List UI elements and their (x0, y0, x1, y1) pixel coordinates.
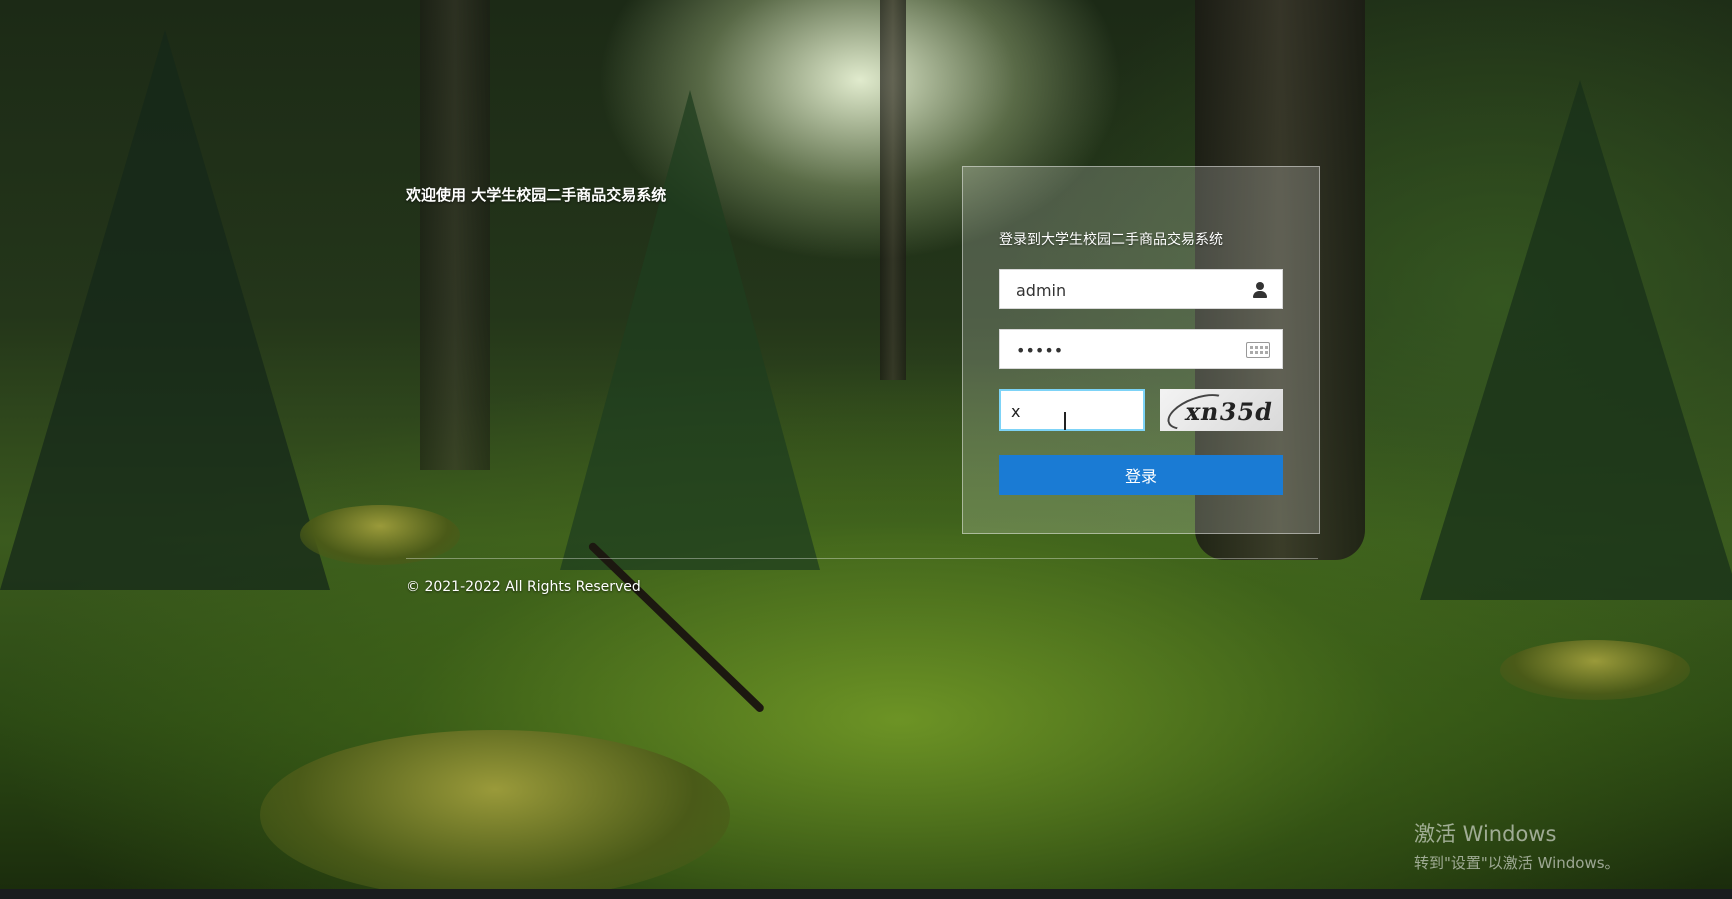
user-icon (1250, 280, 1270, 300)
background-pine-right (1420, 80, 1732, 600)
keyboard-icon[interactable] (1246, 342, 1270, 358)
login-button[interactable]: 登录 (999, 455, 1283, 495)
login-page-background: 欢迎使用 大学生校园二手商品交易系统 登录到大学生校园二手商品交易系统 xn35… (0, 0, 1732, 899)
background-moss-rock (1500, 640, 1690, 700)
text-cursor-icon (1064, 412, 1066, 430)
captcha-field[interactable] (999, 389, 1145, 431)
background-trunk-thin (880, 0, 906, 380)
activation-title: 激活 Windows (1414, 822, 1557, 846)
welcome-heading: 欢迎使用 大学生校园二手商品交易系统 (406, 186, 667, 204)
username-field[interactable] (999, 269, 1283, 310)
background-trunk-left (420, 0, 490, 470)
password-field[interactable] (999, 329, 1283, 370)
username-input[interactable] (1014, 270, 1238, 310)
activation-hint: 转到"设置"以激活 Windows。 (1414, 854, 1620, 872)
login-title: 登录到大学生校园二手商品交易系统 (999, 232, 1223, 248)
bottom-bar (0, 889, 1732, 899)
footer-divider (406, 558, 1318, 559)
captcha-image-text: xn35d (1183, 397, 1276, 426)
copyright-text: © 2021-2022 All Rights Reserved (406, 579, 641, 595)
background-moss-rock (260, 730, 730, 899)
windows-activation-watermark: 激活 Windows 转到"设置"以激活 Windows。 (1414, 818, 1620, 873)
background-moss-rock (300, 505, 460, 565)
login-panel: 登录到大学生校园二手商品交易系统 xn35d 登录 (962, 166, 1320, 534)
background-pine-center (560, 90, 820, 570)
background-pine-left (0, 30, 330, 590)
captcha-image[interactable]: xn35d (1160, 389, 1283, 431)
password-input[interactable] (1014, 330, 1238, 370)
captcha-input[interactable] (1009, 391, 1133, 431)
